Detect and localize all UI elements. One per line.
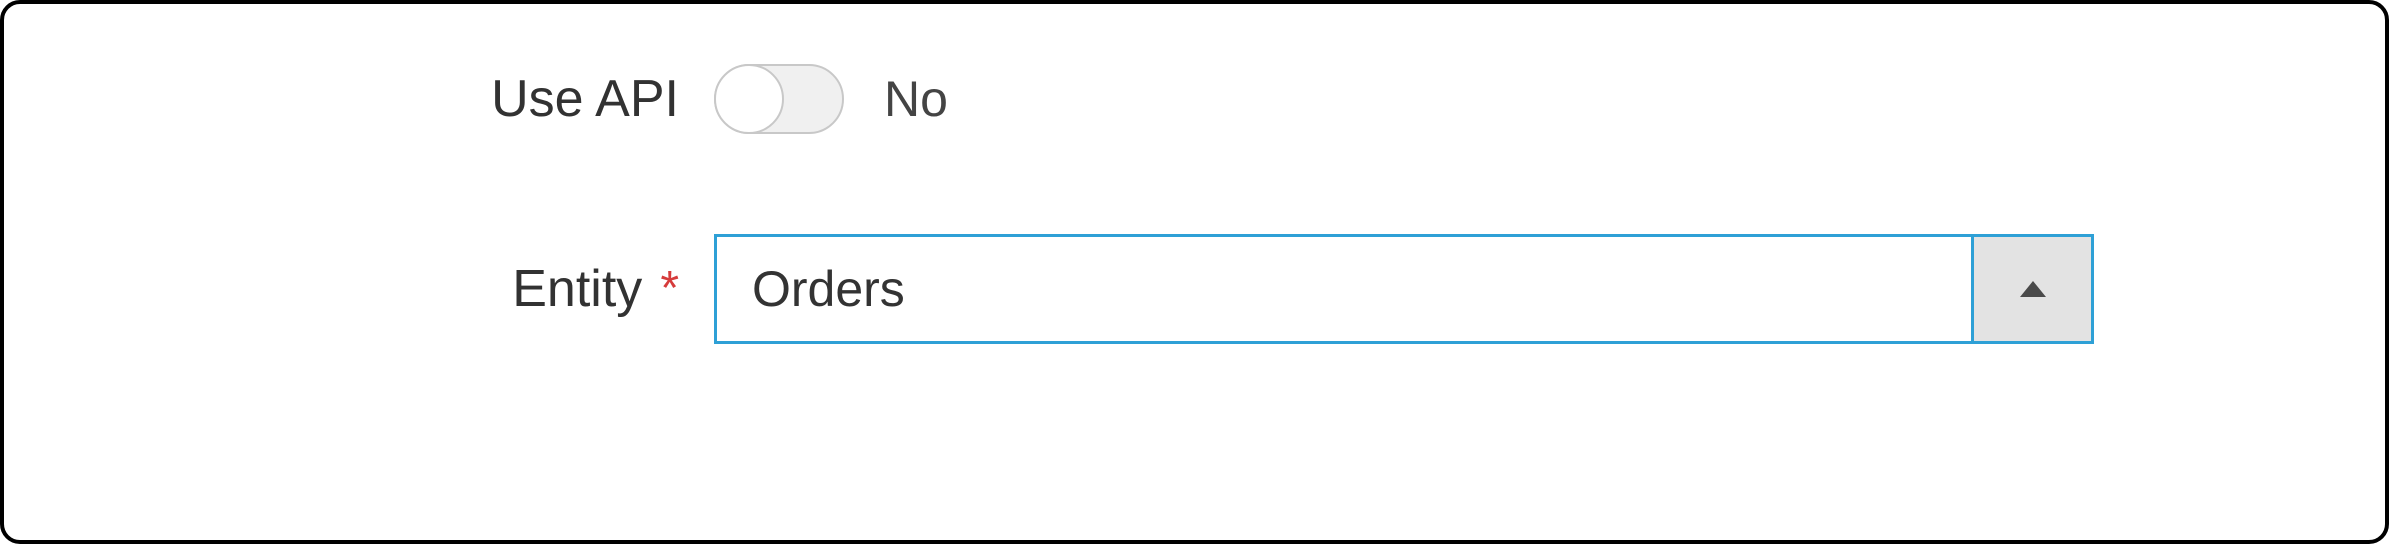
use-api-control: No (714, 64, 948, 134)
entity-dropdown-button[interactable] (1971, 237, 2091, 341)
use-api-state-label: No (884, 70, 948, 128)
required-indicator: * (660, 265, 679, 313)
entity-select[interactable]: Orders (714, 234, 2094, 344)
use-api-toggle[interactable] (714, 64, 844, 134)
entity-label-text: Entity (512, 259, 642, 319)
caret-up-icon (2018, 279, 2048, 299)
form-panel: Use API No Entity * Orders (0, 0, 2389, 544)
entity-label: Entity * (74, 259, 714, 319)
use-api-row: Use API No (74, 64, 2315, 134)
entity-selected-value: Orders (717, 237, 1971, 341)
toggle-knob-icon (714, 64, 784, 134)
use-api-label: Use API (74, 69, 714, 129)
entity-row: Entity * Orders (74, 234, 2315, 344)
use-api-label-text: Use API (491, 69, 679, 129)
